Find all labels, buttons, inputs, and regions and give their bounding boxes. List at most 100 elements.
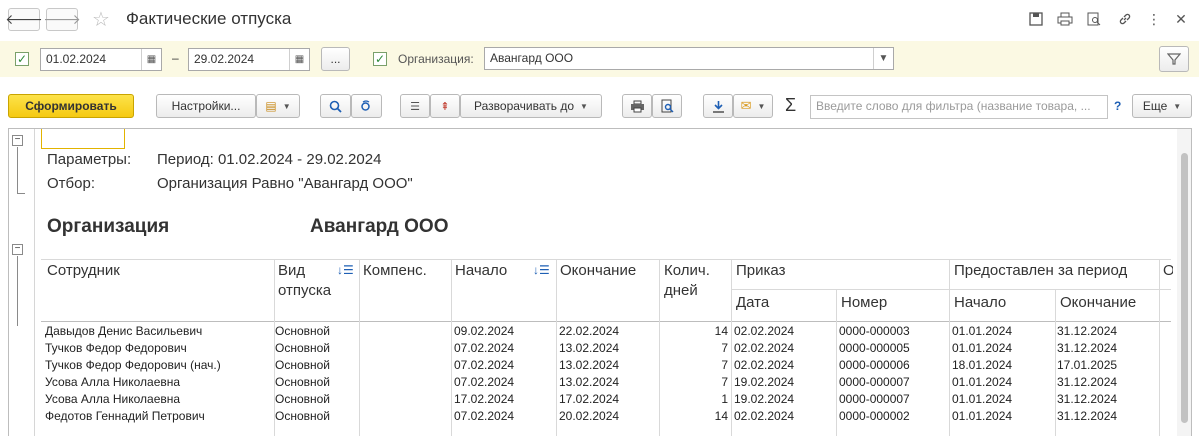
cell-end[interactable]: 13.02.2024 <box>559 357 619 373</box>
cell-period-start[interactable]: 01.01.2024 <box>952 391 1012 407</box>
header-start[interactable]: Начало <box>455 261 507 281</box>
cell-period-end[interactable]: 31.12.2024 <box>1057 323 1117 339</box>
cell-type[interactable]: Основной <box>275 408 330 424</box>
header-employee[interactable]: Сотрудник <box>47 261 120 281</box>
chevron-down-icon[interactable]: ▼ <box>873 48 893 69</box>
header-leave-type[interactable]: Вид отпуска <box>278 261 336 301</box>
variants-button[interactable]: ▤ ▼ <box>256 94 300 118</box>
cell-period-end[interactable]: 31.12.2024 <box>1057 340 1117 356</box>
table-row[interactable]: Тучков Федор Федорович Основной 07.02.2024… <box>9 339 1169 356</box>
header-order-number[interactable]: Номер <box>841 293 887 313</box>
cell-order-number[interactable]: 0000-000007 <box>839 374 910 390</box>
cell-period-start[interactable]: 18.01.2024 <box>952 357 1012 373</box>
cell-order-date[interactable]: 02.02.2024 <box>734 357 794 373</box>
more-button[interactable]: Еще ▼ <box>1132 94 1192 118</box>
collapse-all-button[interactable]: ⇞ <box>430 94 460 118</box>
cell-end[interactable]: 13.02.2024 <box>559 374 619 390</box>
preview-icon[interactable] <box>1083 9 1105 29</box>
cell-end[interactable]: 13.02.2024 <box>559 340 619 356</box>
header-period[interactable]: Предоставлен за период <box>954 261 1127 281</box>
cell-end[interactable]: 17.02.2024 <box>559 391 619 407</box>
find-next-button[interactable] <box>351 94 382 118</box>
cell-period-start[interactable]: 01.01.2024 <box>952 340 1012 356</box>
cell-period-start[interactable]: 01.01.2024 <box>952 374 1012 390</box>
header-days[interactable]: Колич. дней <box>664 261 724 301</box>
collapse-params-icon[interactable]: − <box>12 135 23 146</box>
table-row[interactable]: Федотов Геннадий Петрович Основной 07.02.2… <box>9 407 1169 424</box>
sum-icon[interactable]: Σ <box>785 95 796 116</box>
cell-days[interactable]: 14 <box>660 323 728 339</box>
cell-days[interactable]: 7 <box>660 357 728 373</box>
sort-icon[interactable]: ↓☰ <box>533 263 550 277</box>
cell-order-date[interactable]: 19.02.2024 <box>734 391 794 407</box>
cell-start[interactable]: 07.02.2024 <box>454 374 514 390</box>
cell-days[interactable]: 14 <box>660 408 728 424</box>
cell-order-number[interactable]: 0000-000005 <box>839 340 910 356</box>
table-row[interactable]: Усова Алла Николаевна Основной 17.02.2024 1… <box>9 390 1169 407</box>
cell-start[interactable]: 07.02.2024 <box>454 340 514 356</box>
cell-order-number[interactable]: 0000-000007 <box>839 391 910 407</box>
scrollbar-thumb[interactable] <box>1181 153 1188 423</box>
cell-period-end[interactable]: 31.12.2024 <box>1057 391 1117 407</box>
calendar-icon[interactable]: ▦ <box>289 49 309 70</box>
back-button[interactable]: 🡐 <box>5 8 43 31</box>
cell-days[interactable]: 7 <box>660 374 728 390</box>
cell-start[interactable]: 07.02.2024 <box>454 357 514 373</box>
cell-period-start[interactable]: 01.01.2024 <box>952 323 1012 339</box>
star-icon[interactable]: ☆ <box>92 7 110 32</box>
cell-end[interactable]: 22.02.2024 <box>559 323 619 339</box>
cell-order-date[interactable]: 02.02.2024 <box>734 323 794 339</box>
period-checkbox[interactable]: ✓ <box>15 52 29 66</box>
search-input[interactable]: Введите слово для фильтра (название това… <box>810 95 1108 119</box>
cell-order-date[interactable]: 19.02.2024 <box>734 374 794 390</box>
save-file-button[interactable] <box>703 94 733 118</box>
cell-start[interactable]: 17.02.2024 <box>454 391 514 407</box>
preview-button[interactable] <box>652 94 682 118</box>
send-email-button[interactable]: ✉ ▼ <box>733 94 773 118</box>
cell-employee[interactable]: Усова Алла Николаевна <box>45 391 180 407</box>
cell-order-number[interactable]: 0000-000002 <box>839 408 910 424</box>
cell-employee[interactable]: Федотов Геннадий Петрович <box>45 408 205 424</box>
cell-employee[interactable]: Давыдов Денис Васильевич <box>45 323 202 339</box>
cell-start[interactable]: 07.02.2024 <box>454 408 514 424</box>
cell-employee[interactable]: Тучков Федор Федорович (нач.) <box>45 357 221 373</box>
forward-button[interactable]: 🡒 <box>43 8 81 31</box>
header-end[interactable]: Окончание <box>560 261 636 281</box>
cell-start[interactable]: 09.02.2024 <box>454 323 514 339</box>
header-compensation[interactable]: Компенс. <box>363 261 427 281</box>
cell-order-date[interactable]: 02.02.2024 <box>734 408 794 424</box>
expand-all-button[interactable]: ☰ <box>400 94 430 118</box>
cell-type[interactable]: Основной <box>275 357 330 373</box>
cell-period-end[interactable]: 31.12.2024 <box>1057 374 1117 390</box>
selected-cell[interactable] <box>41 129 125 149</box>
header-order-date[interactable]: Дата <box>736 293 769 313</box>
header-extra[interactable]: Ос <box>1163 261 1173 281</box>
cell-period-end[interactable]: 17.01.2025 <box>1057 357 1117 373</box>
vertical-scrollbar[interactable] <box>1177 129 1191 436</box>
date-to-field[interactable]: 29.02.2024 ▦ <box>188 48 310 71</box>
report-sheet[interactable]: − − Параметры: Период: 01.02.2024 - 29.0… <box>8 128 1192 436</box>
cell-type[interactable]: Основной <box>275 374 330 390</box>
organization-checkbox[interactable]: ✓ <box>373 52 387 66</box>
cell-period-start[interactable]: 01.01.2024 <box>952 408 1012 424</box>
table-row[interactable]: Давыдов Денис Васильевич Основной 09.02.20… <box>9 322 1169 339</box>
settings-button[interactable]: Настройки... <box>156 94 256 118</box>
cell-type[interactable]: Основной <box>275 323 330 339</box>
link-icon[interactable] <box>1114 9 1136 29</box>
header-period-start[interactable]: Начало <box>954 293 1006 313</box>
collapse-group-icon[interactable]: − <box>12 244 23 255</box>
cell-type[interactable]: Основной <box>275 340 330 356</box>
close-icon[interactable]: ✕ <box>1170 9 1192 29</box>
cell-days[interactable]: 7 <box>660 340 728 356</box>
more-vertical-icon[interactable]: ⋮ <box>1143 9 1165 29</box>
expand-to-dropdown[interactable]: Разворачивать до ▼ <box>460 94 602 118</box>
generate-button[interactable]: Сформировать <box>8 94 134 118</box>
cell-order-number[interactable]: 0000-000006 <box>839 357 910 373</box>
period-select-button[interactable]: ... <box>321 47 350 71</box>
sort-icon[interactable]: ↓☰ <box>337 263 354 277</box>
save-icon[interactable] <box>1025 9 1047 29</box>
date-from-field[interactable]: 01.02.2024 ▦ <box>40 48 162 71</box>
cell-order-number[interactable]: 0000-000003 <box>839 323 910 339</box>
cell-period-end[interactable]: 31.12.2024 <box>1057 408 1117 424</box>
cell-employee[interactable]: Тучков Федор Федорович <box>45 340 187 356</box>
